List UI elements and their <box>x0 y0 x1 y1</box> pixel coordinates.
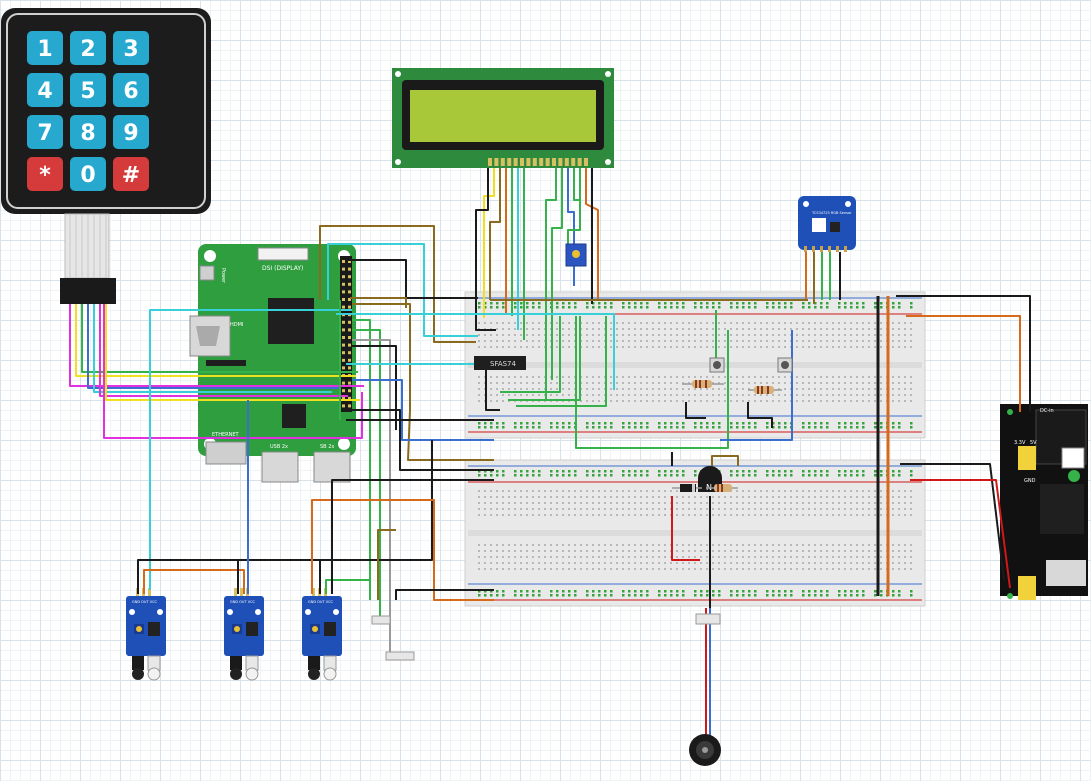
ir-sensor-1: GND OUT VCC <box>126 588 166 681</box>
jumper-connector-3 <box>695 613 721 625</box>
keypad-key-hash: # <box>113 157 149 191</box>
breadboard-bottom <box>464 459 926 607</box>
power-33-label: 3.3V <box>1014 440 1026 446</box>
ir-sensor-label: GND OUT VCC <box>132 600 158 604</box>
circuit-diagram: 1 2 34 5 67 8 9* 0 # DSI (DISPLAY) Power… <box>1 8 1088 766</box>
keypad-key-1: 1 <box>27 31 63 65</box>
keypad-key-star: * <box>27 157 63 191</box>
ir-sensor-label: GND OUT VCC <box>230 600 256 604</box>
usb-label-2: SB 2x <box>320 444 334 450</box>
keypad-key-label: 5 <box>80 79 95 104</box>
power-dc-label: DC-in <box>1040 408 1054 414</box>
keypad-key-label: 1 <box>37 37 52 62</box>
hdmi-label: HDMI <box>230 322 243 328</box>
keypad-key-label: 9 <box>123 121 138 146</box>
keypad-key-label: 4 <box>37 79 52 104</box>
vibration-motor <box>689 734 721 766</box>
ic-label: SFAS74 <box>490 360 517 368</box>
ir-sensor-2: GND OUT VCC <box>224 588 264 681</box>
keypad-key-6: 6 <box>113 73 149 107</box>
keypad-key-label: 3 <box>123 37 138 62</box>
power-5-label: 5V <box>1030 440 1037 446</box>
rgb-color-sensor: TCS34725 RGB Sensor <box>798 196 856 252</box>
jumper-connector-2 <box>385 651 415 661</box>
power-gnd-label: GND <box>1024 478 1036 484</box>
keypad-key-3: 3 <box>113 31 149 65</box>
ir-sensor-3: GND OUT VCC <box>302 588 342 681</box>
breadboard-power-module: DC-in 3.3V 5V GND <box>1000 404 1088 600</box>
shift-register-ic: SFAS74 <box>474 356 526 370</box>
keypad-key-4: 4 <box>27 73 63 107</box>
keypad-key-label: # <box>122 163 140 188</box>
raspberry-pi: DSI (DISPLAY) Power HDMI ETHERNET USB 2x… <box>189 244 356 483</box>
keypad-key-label: 8 <box>80 121 95 146</box>
usb-label-1: USB 2x <box>270 444 288 450</box>
rgb-sensor-label: TCS34725 RGB Sensor <box>811 211 852 215</box>
keypad-key-2: 2 <box>70 31 106 65</box>
keypad-key-9: 9 <box>113 115 149 149</box>
keypad-key-label: * <box>39 163 51 188</box>
membrane-keypad: 1 2 3 4 5 6 7 8 9 * 0 # <box>1 8 211 304</box>
keypad-key-0: 0 <box>70 157 106 191</box>
push-button-2 <box>777 357 793 373</box>
keypad-key-label: 0 <box>80 163 95 188</box>
keypad-key-7: 7 <box>27 115 63 149</box>
lcd-16x2-display <box>392 68 614 168</box>
power-label: Power <box>220 268 226 284</box>
dsi-label: DSI (DISPLAY) <box>262 265 303 272</box>
keypad-key-label: 6 <box>123 79 138 104</box>
keypad-key-5: 5 <box>70 73 106 107</box>
ir-sensor-group: GND OUT VCC GND OUT VCC GND OUT VCC <box>126 588 342 681</box>
keypad-key-8: 8 <box>70 115 106 149</box>
keypad-key-label: 2 <box>80 37 95 62</box>
keypad-key-label: 7 <box>37 121 52 146</box>
push-button-1 <box>709 357 725 373</box>
ir-sensor-label: GND OUT VCC <box>308 600 334 604</box>
jumper-connector-1 <box>371 615 391 625</box>
